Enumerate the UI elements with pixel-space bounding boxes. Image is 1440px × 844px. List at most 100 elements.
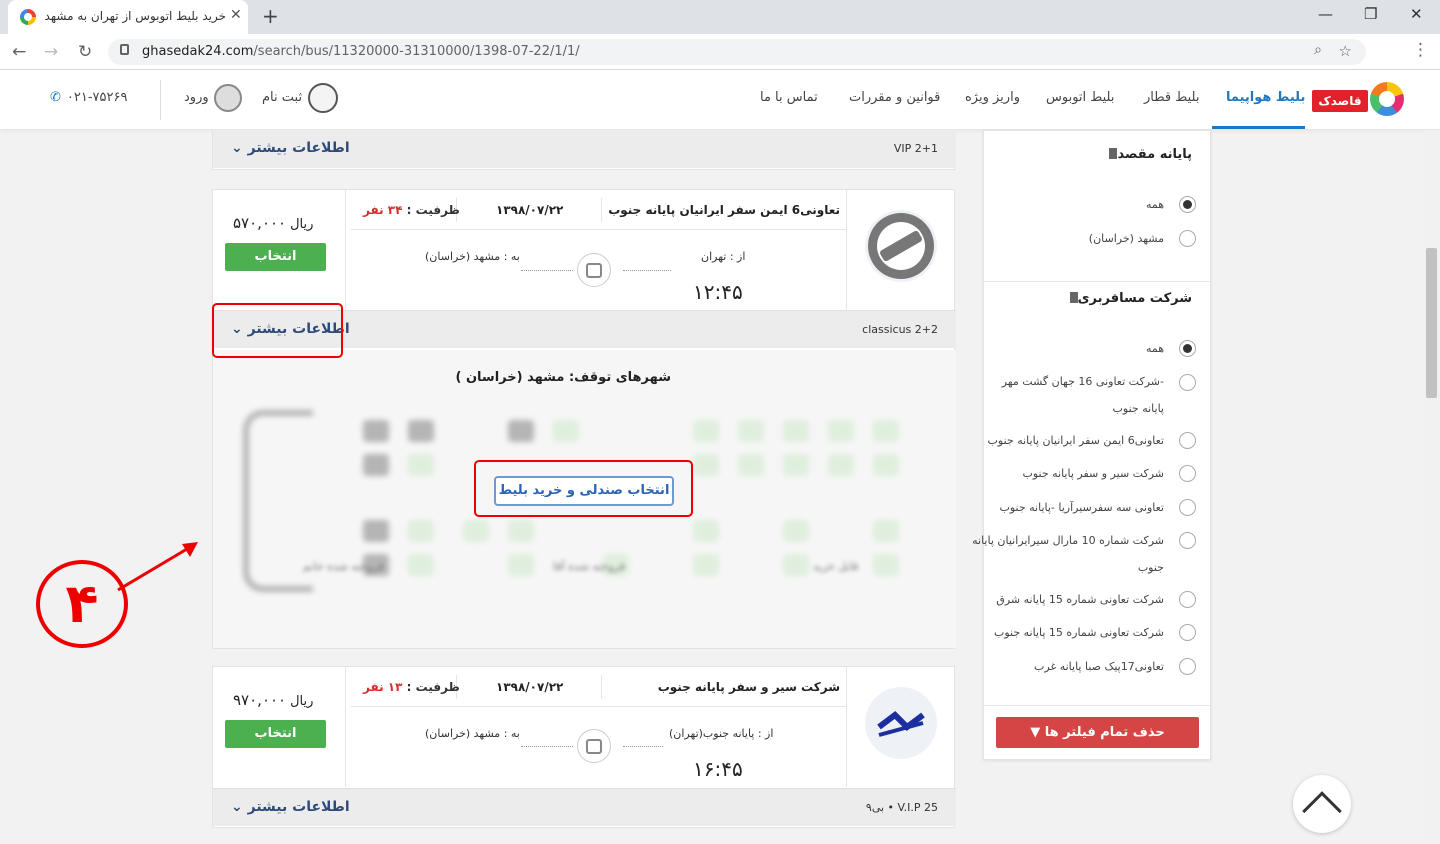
clear-filters-button[interactable]: ▼ حذف تمام فیلتر ها — [996, 717, 1199, 748]
seat — [693, 554, 719, 576]
back-icon[interactable]: ← — [12, 42, 26, 62]
tab-strip: خرید بلیط اتوبوس از تهران به مشهد ✕ + — … — [0, 0, 1440, 34]
seat — [553, 420, 579, 442]
login-link[interactable]: ورود — [184, 90, 209, 105]
nav-special-deposit[interactable]: واریز ویژه — [965, 90, 1020, 105]
seat — [738, 420, 764, 442]
bus-type: بی۹ • V.I.P 25 — [865, 801, 938, 814]
signup-icon[interactable] — [308, 83, 338, 113]
company-option[interactable]: همه — [1146, 342, 1164, 355]
bookmark-star-icon[interactable]: ☆ — [1339, 42, 1352, 60]
chevron-up-icon — [1302, 791, 1342, 831]
radio-dest-mashhad[interactable] — [1179, 230, 1196, 247]
company-option[interactable]: شرکت سیر و سفر پایانه جنوب — [1022, 467, 1164, 480]
nav-rules[interactable]: قوانین و مقررات — [849, 90, 940, 105]
capacity-label: ظرفیت : — [406, 680, 460, 694]
company-logo-cell — [846, 667, 954, 787]
radio-company[interactable] — [1179, 624, 1196, 641]
seat — [873, 454, 899, 476]
company-option[interactable]: تعاونی6 ایمن سفر ایرانیان پایانه جنوب — [988, 434, 1164, 447]
trip-date: ۱۳۹۸/۰۷/۲۲ — [496, 680, 564, 694]
url-input[interactable]: ghasedak24.com/search/bus/11320000-31310… — [108, 39, 1366, 65]
radio-company[interactable] — [1179, 499, 1196, 516]
company-option[interactable]: شرکت شماره 10 مارال سیرایرانیان پایانه — [972, 534, 1164, 547]
radio-dest-all[interactable] — [1179, 196, 1196, 213]
trip-info-row: تعاونی6 ایمن سفر ایرانیان پایانه جنوب ۱۳… — [351, 190, 846, 230]
seat — [693, 420, 719, 442]
seat — [693, 454, 719, 476]
select-button[interactable]: انتخاب — [225, 243, 326, 271]
seat — [828, 454, 854, 476]
site-logo[interactable]: قاصدک — [1312, 82, 1408, 116]
seat — [738, 454, 764, 476]
seat — [873, 554, 899, 576]
route-dots — [521, 746, 573, 747]
company-logo-icon — [865, 210, 937, 282]
address-bar: ← → ↻ ghasedak24.com/search/bus/11320000… — [0, 34, 1440, 70]
bus-icon — [577, 729, 611, 763]
company-logo-cell — [846, 190, 954, 310]
radio-company[interactable] — [1179, 532, 1196, 549]
browser-tab[interactable]: خرید بلیط اتوبوس از تهران به مشهد ✕ — [8, 0, 248, 34]
user-avatar-icon[interactable] — [214, 84, 242, 112]
support-phone[interactable]: ✆ ۰۲۱-۷۵۲۶۹ — [50, 90, 127, 105]
reload-icon[interactable]: ↻ — [78, 42, 92, 62]
radio-company[interactable] — [1179, 432, 1196, 449]
dest-option[interactable]: مشهد (خراسان) — [1089, 232, 1164, 245]
capacity-label: ظرفیت : — [406, 203, 460, 217]
new-tab-icon[interactable]: + — [262, 4, 279, 28]
nav-flight[interactable]: بلیط هواپیما — [1226, 90, 1305, 105]
filter-sidebar: پایانه مقصد همه مشهد (خراسان) شرکت مسافر… — [972, 130, 1212, 760]
nav-bus[interactable]: بلیط اتوبوس — [1046, 90, 1114, 105]
info-separator — [601, 198, 602, 222]
company-option[interactable]: شرکت تعاونی شماره 15 پایانه جنوب — [994, 626, 1164, 639]
price-divider — [345, 190, 346, 310]
forward-icon[interactable]: → — [44, 42, 58, 62]
company-option-cont: پایانه جنوب — [1112, 402, 1164, 415]
page-scrollbar[interactable] — [1423, 130, 1440, 844]
favicon-icon — [20, 9, 36, 25]
radio-company[interactable] — [1179, 591, 1196, 608]
route-dots — [623, 746, 663, 747]
close-tab-icon[interactable]: ✕ — [230, 7, 242, 23]
company-option[interactable]: تعاونی17پیک صبا پایانه غرب — [1034, 660, 1164, 673]
company-option[interactable]: تعاونی سه سفرسیرآریا -پایانه جنوب — [999, 501, 1164, 514]
select-button[interactable]: انتخاب — [225, 720, 326, 748]
legend-sold-male: فروخته شده آقا — [553, 560, 626, 573]
more-info-button[interactable]: ⌄ اطلاعات بیشتر — [231, 140, 350, 156]
radio-company[interactable] — [1179, 374, 1196, 391]
nav-train[interactable]: بلیط قطار — [1144, 90, 1199, 105]
radio-company-all[interactable] — [1179, 340, 1196, 357]
more-info-button[interactable]: ⌄ اطلاعات بیشتر — [231, 799, 350, 815]
signup-link[interactable]: ثبت نام — [262, 90, 302, 105]
company-option[interactable]: شرکت تعاونی 16 جهان گشت مهر- — [1002, 375, 1164, 388]
seat — [463, 520, 489, 542]
card-footer-bar: ⌄ اطلاعات بیشتر VIP 2+1 — [213, 130, 956, 168]
scroll-to-top-button[interactable] — [1293, 775, 1351, 833]
radio-company[interactable] — [1179, 465, 1196, 482]
seat — [363, 454, 389, 476]
scrollbar-thumb[interactable] — [1426, 248, 1437, 398]
more-info-label: اطلاعات بیشتر — [247, 799, 350, 815]
radio-company[interactable] — [1179, 658, 1196, 675]
price-value: ۹۷۰,۰۰۰ — [233, 691, 287, 709]
nav-contact[interactable]: تماس با ما — [760, 90, 818, 105]
dest-option[interactable]: همه — [1146, 198, 1164, 211]
company-option[interactable]: شرکت تعاونی شماره 15 پایانه شرق — [996, 593, 1164, 606]
close-window-icon[interactable]: ✕ — [1410, 5, 1423, 23]
phone-icon: ✆ — [50, 90, 61, 105]
maximize-icon[interactable]: ❐ — [1364, 5, 1377, 23]
site-header: قاصدک بلیط هواپیما بلیط قطار بلیط اتوبوس… — [0, 70, 1440, 130]
seat — [508, 520, 534, 542]
seat — [363, 520, 389, 542]
header-divider — [160, 80, 161, 120]
currency: ریال — [290, 217, 314, 232]
currency: ریال — [290, 694, 314, 709]
browser-chrome: خرید بلیط اتوبوس از تهران به مشهد ✕ + — … — [0, 0, 1440, 70]
company-name: شرکت سیر و سفر پایانه جنوب — [657, 680, 840, 694]
capacity: ظرفیت : ۳۴ نفر — [363, 203, 460, 217]
zoom-icon[interactable]: ⌕ — [1314, 42, 1322, 58]
browser-menu-icon[interactable]: ⋮ — [1412, 40, 1429, 60]
result-card: شرکت سیر و سفر پایانه جنوب ۱۳۹۸/۰۷/۲۲ ظر… — [212, 666, 956, 828]
minimize-icon[interactable]: — — [1318, 5, 1333, 23]
